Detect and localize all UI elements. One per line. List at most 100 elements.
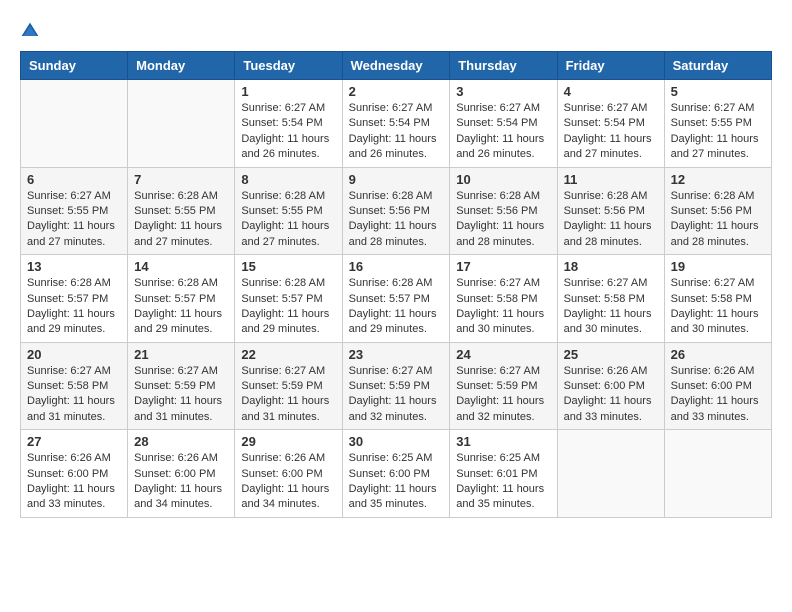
calendar-cell: 17 Sunrise: 6:27 AMSunset: 5:58 PMDayligh… xyxy=(450,255,557,343)
day-number: 23 xyxy=(349,347,444,362)
daylight-text: Daylight: 11 hours and 34 minutes. xyxy=(134,483,222,510)
calendar-cell: 11Sunrise: 6:28 AMSunset: 5:56 PMDayligh… xyxy=(557,167,664,255)
sunrise-text: Sunrise: 6:27 AM xyxy=(456,102,540,114)
calendar-cell: 28 Sunrise: 6:26 AMSunset: 6:00 PMDayligh… xyxy=(128,430,235,518)
day-info: Sunrise: 6:28 AMSunset: 5:56 PMDaylight:… xyxy=(671,189,765,251)
sunset-text: Sunset: 5:55 PM xyxy=(241,205,322,217)
sunset-text: Sunset: 5:54 PM xyxy=(564,117,645,129)
day-number: 5 xyxy=(671,84,765,99)
day-info: Sunrise: 6:28 AMSunset: 5:57 PMDaylight:… xyxy=(134,276,228,338)
sunrise-text: Sunrise: 6:27 AM xyxy=(349,102,433,114)
sunset-text: Sunset: 5:58 PM xyxy=(671,293,752,305)
day-info: Sunrise: 6:27 AMSunset: 5:59 PMDaylight:… xyxy=(134,364,228,426)
calendar-cell: 6Sunrise: 6:27 AMSunset: 5:55 PMDaylight… xyxy=(21,167,128,255)
day-number: 25 xyxy=(564,347,658,362)
daylight-text: Daylight: 11 hours and 35 minutes. xyxy=(349,483,437,510)
day-info: Sunrise: 6:27 AMSunset: 5:54 PMDaylight:… xyxy=(241,101,335,163)
calendar-week-row: 1Sunrise: 6:27 AMSunset: 5:54 PMDaylight… xyxy=(21,80,772,168)
calendar-week-row: 13Sunrise: 6:28 AMSunset: 5:57 PMDayligh… xyxy=(21,255,772,343)
calendar-cell xyxy=(664,430,771,518)
day-number: 7 xyxy=(134,172,228,187)
sunrise-text: Sunrise: 6:25 AM xyxy=(456,452,540,464)
day-number: 17 xyxy=(456,259,550,274)
calendar-cell: 4Sunrise: 6:27 AMSunset: 5:54 PMDaylight… xyxy=(557,80,664,168)
sunrise-text: Sunrise: 6:27 AM xyxy=(564,102,648,114)
sunrise-text: Sunrise: 6:28 AM xyxy=(134,277,218,289)
sunrise-text: Sunrise: 6:27 AM xyxy=(564,277,648,289)
day-number: 21 xyxy=(134,347,228,362)
sunset-text: Sunset: 6:00 PM xyxy=(671,380,752,392)
calendar-week-row: 20Sunrise: 6:27 AMSunset: 5:58 PMDayligh… xyxy=(21,342,772,430)
day-number: 6 xyxy=(27,172,121,187)
day-info: Sunrise: 6:27 AMSunset: 5:58 PMDaylight:… xyxy=(564,276,658,338)
sunset-text: Sunset: 5:55 PM xyxy=(134,205,215,217)
sunrise-text: Sunrise: 6:27 AM xyxy=(456,277,540,289)
day-info: Sunrise: 6:26 AMSunset: 6:00 PMDaylight:… xyxy=(27,451,121,513)
weekday-header-thursday: Thursday xyxy=(450,52,557,80)
daylight-text: Daylight: 11 hours and 31 minutes. xyxy=(241,395,329,422)
sunset-text: Sunset: 6:00 PM xyxy=(564,380,645,392)
sunrise-text: Sunrise: 6:28 AM xyxy=(27,277,111,289)
sunrise-text: Sunrise: 6:27 AM xyxy=(456,365,540,377)
day-number: 24 xyxy=(456,347,550,362)
day-number: 16 xyxy=(349,259,444,274)
day-number: 14 xyxy=(134,259,228,274)
sunrise-text: Sunrise: 6:28 AM xyxy=(134,190,218,202)
sunset-text: Sunset: 5:59 PM xyxy=(349,380,430,392)
day-number: 31 xyxy=(456,434,550,449)
daylight-text: Daylight: 11 hours and 28 minutes. xyxy=(564,220,652,247)
day-info: Sunrise: 6:26 AMSunset: 6:00 PMDaylight:… xyxy=(671,364,765,426)
daylight-text: Daylight: 11 hours and 29 minutes. xyxy=(349,308,437,335)
sunset-text: Sunset: 5:54 PM xyxy=(456,117,537,129)
day-info: Sunrise: 6:27 AM Sunset: 5:54 PM Daylight:… xyxy=(456,101,550,163)
sunset-text: Sunset: 5:54 PM xyxy=(241,117,322,129)
calendar-cell xyxy=(21,80,128,168)
weekday-header-tuesday: Tuesday xyxy=(235,52,342,80)
sunset-text: Sunset: 5:59 PM xyxy=(241,380,322,392)
sunset-text: Sunset: 6:01 PM xyxy=(456,468,537,480)
daylight-text: Daylight: 11 hours and 28 minutes. xyxy=(456,220,544,247)
day-info: Sunrise: 6:28 AMSunset: 5:55 PMDaylight:… xyxy=(134,189,228,251)
day-number: 15 xyxy=(241,259,335,274)
calendar-cell: 22Sunrise: 6:27 AMSunset: 5:59 PMDayligh… xyxy=(235,342,342,430)
sunrise-text: Sunrise: 6:25 AM xyxy=(349,452,433,464)
daylight-text: Daylight: 11 hours and 33 minutes. xyxy=(671,395,759,422)
day-info: Sunrise: 6:27 AMSunset: 5:58 PMDaylight:… xyxy=(456,276,550,338)
sunset-text: Sunset: 5:54 PM xyxy=(349,117,430,129)
daylight-text: Daylight: 11 hours and 26 minutes. xyxy=(456,133,544,160)
calendar-cell: 3 Sunrise: 6:27 AM Sunset: 5:54 PM Daylight… xyxy=(450,80,557,168)
calendar-cell: 14 Sunrise: 6:28 AMSunset: 5:57 PMDayligh… xyxy=(128,255,235,343)
weekday-header-sunday: Sunday xyxy=(21,52,128,80)
weekday-header-monday: Monday xyxy=(128,52,235,80)
calendar-cell: 5Sunrise: 6:27 AMSunset: 5:55 PMDaylight… xyxy=(664,80,771,168)
sunrise-text: Sunrise: 6:26 AM xyxy=(241,452,325,464)
daylight-text: Daylight: 11 hours and 29 minutes. xyxy=(134,308,222,335)
day-number: 19 xyxy=(671,259,765,274)
day-info: Sunrise: 6:27 AMSunset: 5:59 PMDaylight:… xyxy=(241,364,335,426)
sunrise-text: Sunrise: 6:28 AM xyxy=(241,277,325,289)
calendar-cell: 18Sunrise: 6:27 AMSunset: 5:58 PMDayligh… xyxy=(557,255,664,343)
day-number: 3 xyxy=(456,84,550,99)
sunset-text: Sunset: 5:57 PM xyxy=(27,293,108,305)
daylight-text: Daylight: 11 hours and 30 minutes. xyxy=(671,308,759,335)
day-info: Sunrise: 6:28 AMSunset: 5:56 PMDaylight:… xyxy=(564,189,658,251)
day-number: 29 xyxy=(241,434,335,449)
daylight-text: Daylight: 11 hours and 26 minutes. xyxy=(349,133,437,160)
calendar-cell: 29Sunrise: 6:26 AMSunset: 6:00 PMDayligh… xyxy=(235,430,342,518)
calendar-cell: 1Sunrise: 6:27 AMSunset: 5:54 PMDaylight… xyxy=(235,80,342,168)
sunrise-text: Sunrise: 6:27 AM xyxy=(671,102,755,114)
sunset-text: Sunset: 5:58 PM xyxy=(27,380,108,392)
day-info: Sunrise: 6:27 AM Sunset: 5:54 PM Daylight:… xyxy=(349,101,444,163)
sunset-text: Sunset: 5:55 PM xyxy=(671,117,752,129)
day-number: 12 xyxy=(671,172,765,187)
day-info: Sunrise: 6:26 AMSunset: 6:00 PMDaylight:… xyxy=(134,451,228,513)
weekday-header-wednesday: Wednesday xyxy=(342,52,450,80)
sunset-text: Sunset: 6:00 PM xyxy=(349,468,430,480)
day-number: 2 xyxy=(349,84,444,99)
sunrise-text: Sunrise: 6:27 AM xyxy=(27,365,111,377)
day-number: 28 xyxy=(134,434,228,449)
sunrise-text: Sunrise: 6:27 AM xyxy=(241,102,325,114)
sunset-text: Sunset: 5:56 PM xyxy=(671,205,752,217)
calendar-cell xyxy=(557,430,664,518)
day-number: 4 xyxy=(564,84,658,99)
